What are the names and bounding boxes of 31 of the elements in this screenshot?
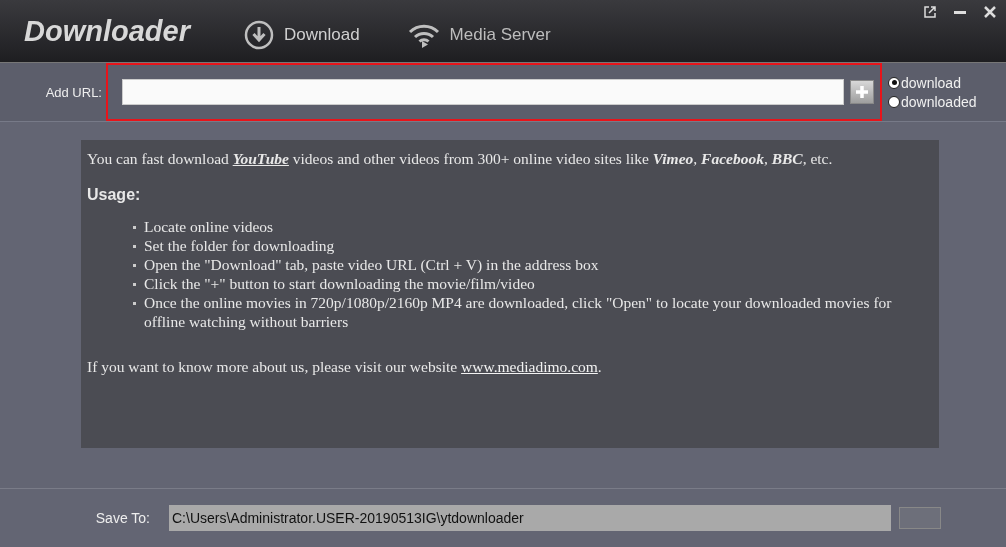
- radio-button[interactable]: [888, 76, 900, 89]
- radio-option[interactable]: downloaded: [888, 93, 977, 110]
- close-icon[interactable]: [984, 6, 996, 18]
- usage-heading: Usage:: [87, 186, 142, 204]
- usage-step: Open the "Download" tab, paste video URL (Ctrl + V) in the address box: [144, 255, 599, 274]
- footer-text: If you want to know more about us, please visit our website www.mediadimo.com.: [87, 358, 603, 376]
- usage-step: Set the folder for downloading: [144, 236, 335, 255]
- bullet-icon: [133, 226, 136, 229]
- add-button[interactable]: [850, 80, 874, 104]
- bullet-icon: [133, 283, 136, 286]
- download-icon: [244, 20, 274, 50]
- usage-step: Click the "+" button to start downloading the movie/film/video: [144, 274, 535, 293]
- bullet-icon: [133, 302, 136, 305]
- website-link[interactable]: www.mediadimo.com: [461, 358, 598, 375]
- save-label: Save To:: [94, 510, 150, 526]
- save-path-field[interactable]: C:\Users\Administrator.USER-20190513IG\ytdownloader: [169, 505, 891, 531]
- bullet-icon: [133, 264, 136, 267]
- url-field[interactable]: [122, 79, 844, 105]
- app-title: Downloader: [24, 15, 193, 48]
- radio-option[interactable]: download: [888, 74, 977, 91]
- url-label: Add URL:: [44, 84, 102, 100]
- popout-icon[interactable]: [924, 6, 936, 18]
- tab[interactable]: Media Server: [407, 18, 551, 54]
- radio-button[interactable]: [888, 95, 900, 108]
- tab[interactable]: Download: [244, 18, 360, 54]
- usage-step: Once the online movies in 720p/1080p/2160p MP4 are downloaded, click "Open" to locate your downloaded movies for offline watching without barriers: [144, 293, 933, 331]
- bullet-icon: [133, 245, 136, 248]
- usage-step: Locate online videos: [144, 217, 274, 236]
- intro-text: You can fast download YouTube videos and other videos from 300+ online video sites like Vimeo, Facebook, BBC, etc.: [87, 150, 834, 168]
- wifi-icon: [407, 22, 440, 48]
- plus-icon: [855, 85, 869, 99]
